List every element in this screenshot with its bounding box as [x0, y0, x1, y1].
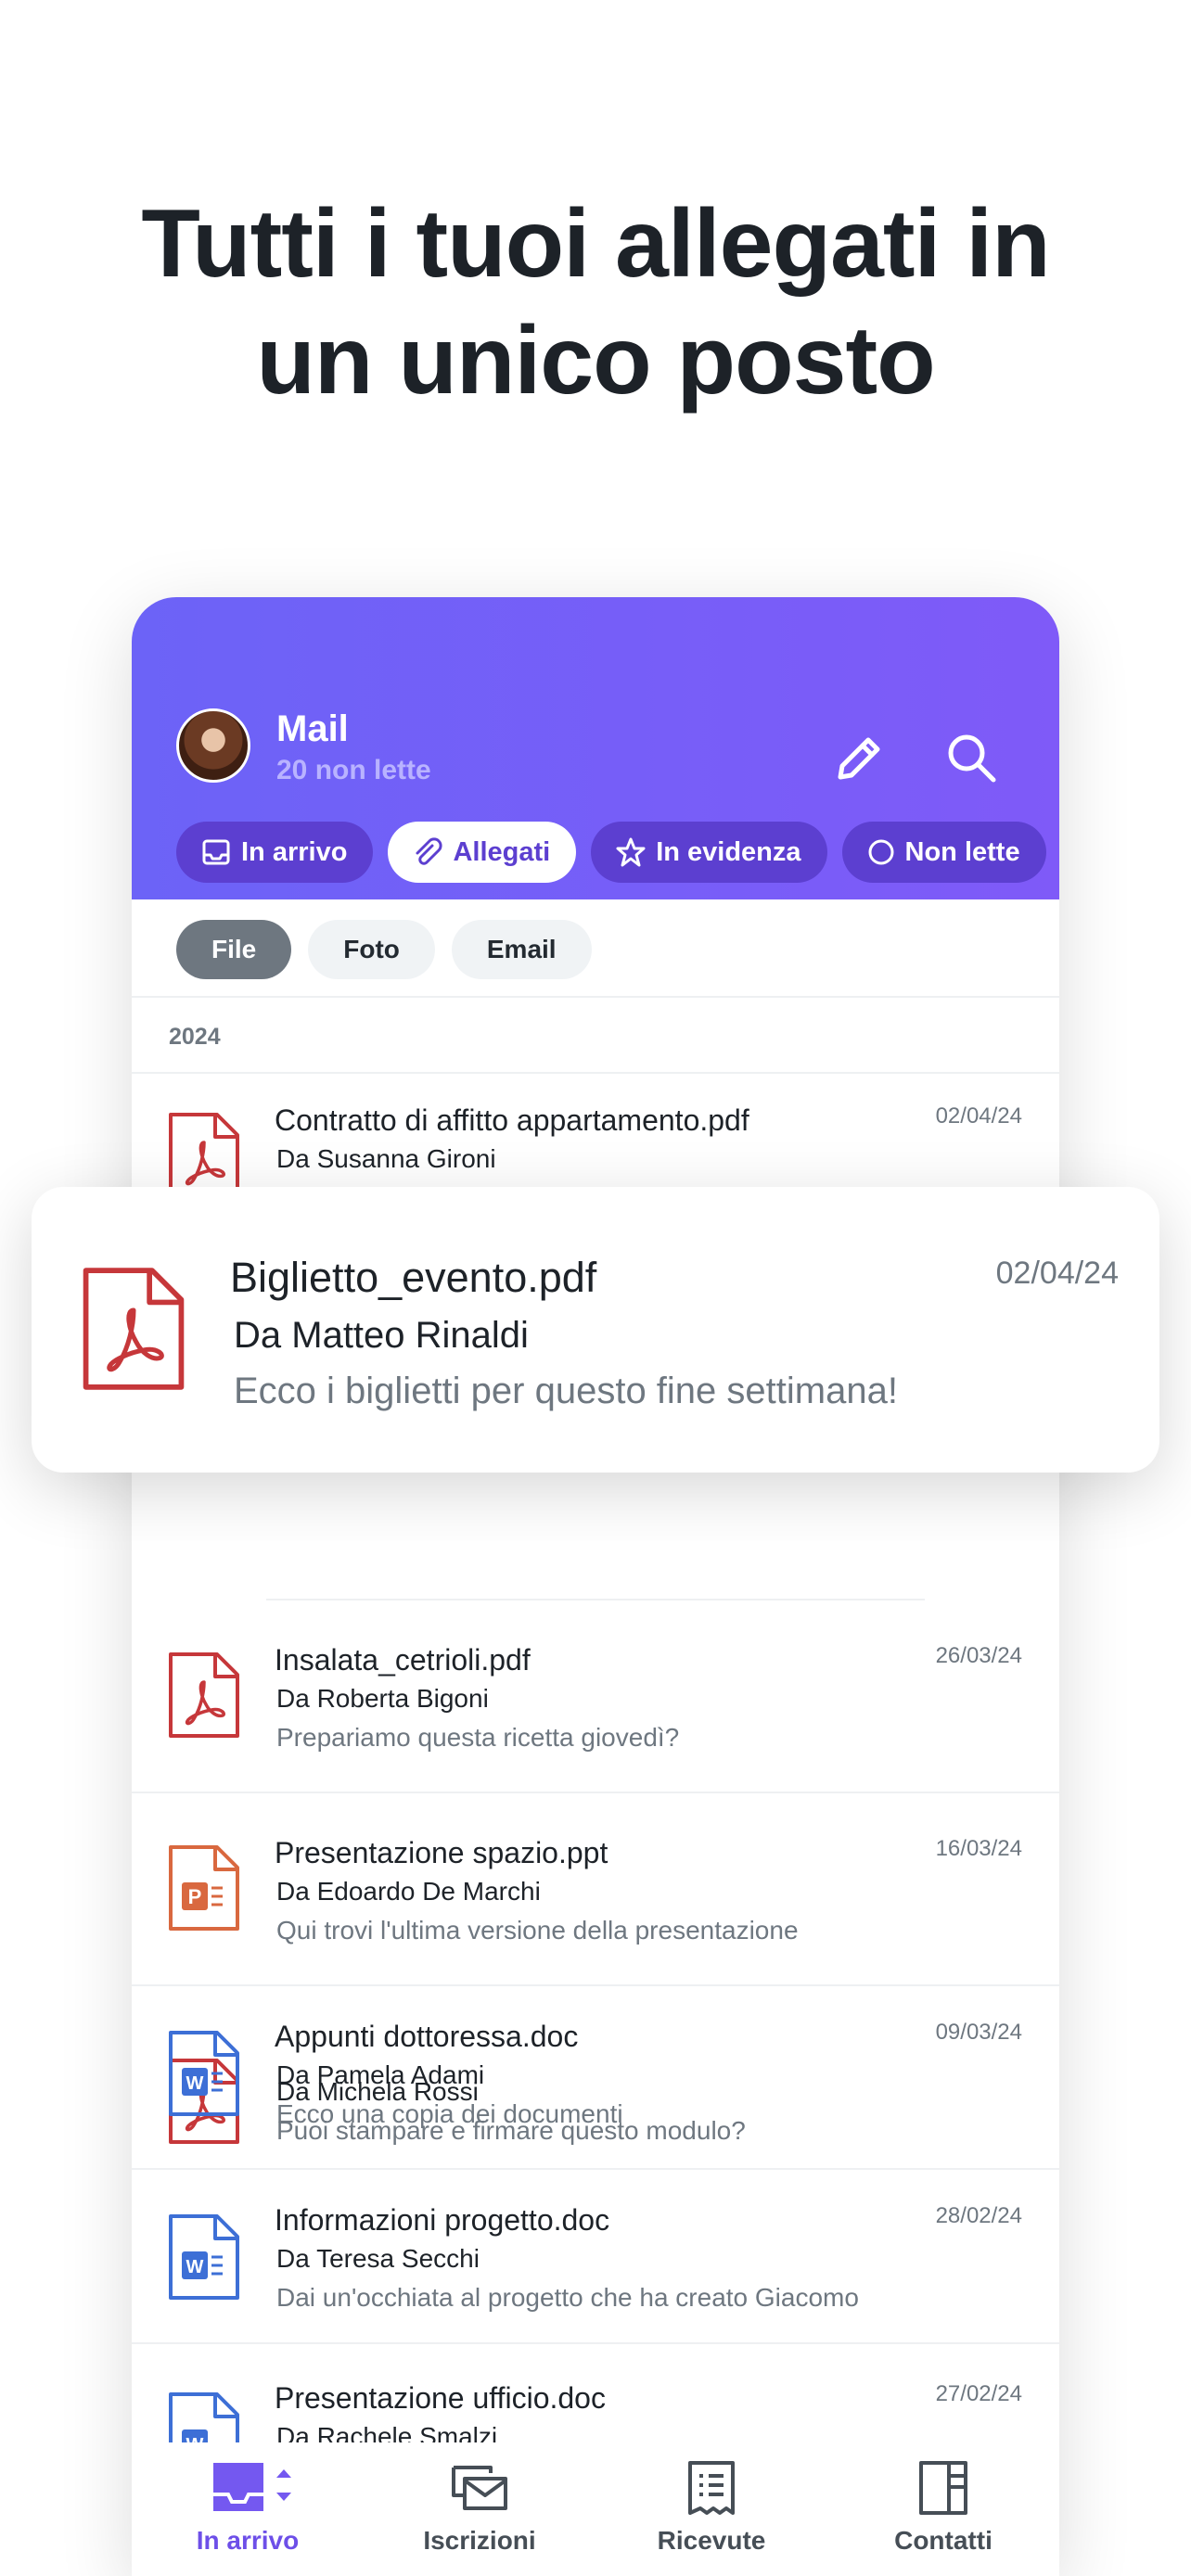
- unread-count: 20 non lette: [276, 755, 431, 785]
- headline: Tutti i tuoi allegati in un unico posto: [0, 185, 1191, 419]
- tab-in-evidenza[interactable]: In evidenza: [591, 822, 827, 883]
- divider: [132, 1792, 1059, 1793]
- inbox-tray-icon: [213, 2463, 291, 2511]
- file-sender: Da Matteo Rinaldi: [234, 1315, 529, 1356]
- pdf-file-icon: [83, 1268, 185, 1390]
- tab-allegati[interactable]: Allegati: [388, 822, 577, 883]
- tab-label: Non lette: [904, 836, 1020, 867]
- attachment-filters: File Foto Email: [176, 920, 592, 979]
- file-name: Appunti dottoressa.doc: [275, 2020, 579, 2053]
- divider: [132, 1984, 1059, 1986]
- nav-label: Ricevute: [657, 2526, 766, 2555]
- nav-label: Contatti: [894, 2526, 992, 2555]
- receipt-icon: [688, 2461, 735, 2515]
- nav-in-arrivo[interactable]: In arrivo: [132, 2442, 364, 2576]
- file-sender: Da Susanna Gironi: [276, 1144, 496, 1173]
- paperclip-icon: [416, 837, 442, 865]
- file-name: Contratto di affitto appartamento.pdf: [275, 1103, 749, 1137]
- file-sender: Da Pamela Adami: [276, 2060, 485, 2089]
- divider: [132, 1072, 1059, 1074]
- mail-title: Mail: [276, 708, 349, 749]
- file-snippet: Dai un'occhiata al progetto che ha creat…: [276, 2283, 859, 2312]
- list-item[interactable]: W Informazioni progetto.doc Da Teresa Se…: [132, 2203, 1059, 2342]
- file-snippet: Qui trovi l'ultima versione della presen…: [276, 1916, 799, 1945]
- file-sender: Da Teresa Secchi: [276, 2244, 480, 2273]
- filter-foto[interactable]: Foto: [308, 920, 435, 979]
- pencil-icon[interactable]: [827, 725, 892, 790]
- file-date: 26/03/24: [935, 1643, 1022, 1668]
- subscriptions-icon: [452, 2466, 507, 2510]
- highlighted-attachment-card[interactable]: Biglietto_evento.pdf Da Matteo Rinaldi E…: [32, 1187, 1159, 1473]
- file-date: 02/04/24: [995, 1256, 1119, 1291]
- file-snippet: Ecco una copia dei documenti: [276, 2099, 623, 2128]
- file-date: 27/02/24: [935, 2381, 1022, 2406]
- file-sender: Da Edoardo De Marchi: [276, 1877, 541, 1906]
- headline-line-1: Tutti i tuoi allegati in: [141, 190, 1050, 298]
- divider: [266, 1599, 925, 1600]
- pdf-file-icon: [169, 1652, 239, 1738]
- ppt-file-icon: P: [169, 1845, 239, 1931]
- doc-file-icon: W: [169, 2031, 239, 2116]
- file-date: 16/03/24: [935, 1836, 1022, 1861]
- nav-label: In arrivo: [196, 2526, 300, 2555]
- star-icon: [616, 837, 646, 867]
- nav-label: Iscrizioni: [423, 2526, 536, 2555]
- nav-contatti[interactable]: Contatti: [827, 2442, 1059, 2576]
- tab-non-lette[interactable]: Non lette: [841, 822, 1046, 883]
- list-item[interactable]: Insalata_cetrioli.pdf Da Roberta Bigoni …: [132, 1643, 1059, 1792]
- nav-ricevute[interactable]: Ricevute: [596, 2442, 827, 2576]
- tab-in-arrivo[interactable]: In arrivo: [176, 822, 374, 883]
- divider: [132, 2342, 1059, 2344]
- file-date: 02/04/24: [935, 1103, 1022, 1129]
- file-name: Biglietto_evento.pdf: [230, 1254, 597, 1301]
- headline-line-2: un unico posto: [256, 307, 935, 414]
- svg-text:P: P: [188, 1885, 202, 1908]
- doc-file-icon: W: [169, 2214, 239, 2300]
- list-item[interactable]: W Presentazione ufficio.doc Da Rachele S…: [132, 2381, 1059, 2446]
- file-snippet: Prepariamo questa ricetta giovedì?: [276, 1723, 680, 1752]
- filter-file[interactable]: File: [176, 920, 292, 979]
- file-name: Presentazione ufficio.doc: [275, 2381, 606, 2415]
- divider: [132, 2168, 1059, 2170]
- file-name: Insalata_cetrioli.pdf: [275, 1643, 531, 1677]
- section-year: 2024: [169, 1024, 221, 1050]
- file-name: Informazioni progetto.doc: [275, 2203, 610, 2237]
- tab-label: In evidenza: [656, 836, 801, 867]
- filter-email[interactable]: Email: [451, 920, 592, 979]
- contacts-icon: [919, 2461, 967, 2515]
- file-snippet: Ecco i biglietti per questo fine settima…: [234, 1371, 898, 1411]
- mail-header: Mail 20 non lette In arrivo Allegati In …: [132, 597, 1059, 899]
- svg-text:W: W: [186, 2257, 204, 2277]
- doc-file-icon: W: [169, 2392, 239, 2446]
- app-store-page: Tutti i tuoi allegati in un unico posto …: [0, 0, 1191, 2576]
- svg-text:W: W: [186, 2073, 204, 2094]
- circle-icon: [868, 839, 894, 865]
- inbox-icon: [202, 839, 230, 865]
- bottom-nav: In arrivo Iscrizioni Ricevute Contatti: [132, 2442, 1059, 2576]
- nav-iscrizioni[interactable]: Iscrizioni: [364, 2442, 596, 2576]
- search-icon[interactable]: [939, 725, 1004, 790]
- tab-label: In arrivo: [241, 836, 348, 867]
- folder-tabs: In arrivo Allegati In evidenza Non lette: [176, 822, 1059, 883]
- tab-label: Allegati: [453, 836, 551, 867]
- file-date: 09/03/24: [935, 2020, 1022, 2045]
- list-item[interactable]: P Presentazione spazio.ppt Da Edoardo De…: [132, 1836, 1059, 1984]
- phone-screen: Mail 20 non lette In arrivo Allegati In …: [132, 597, 1059, 2576]
- divider: [132, 996, 1059, 998]
- file-sender: Da Roberta Bigoni: [276, 1684, 489, 1713]
- list-item[interactable]: W Appunti dottoressa.doc Da Pamela Adami…: [132, 2020, 1059, 2159]
- avatar[interactable]: [176, 708, 250, 783]
- file-date: 28/02/24: [935, 2203, 1022, 2228]
- file-name: Presentazione spazio.ppt: [275, 1836, 608, 1869]
